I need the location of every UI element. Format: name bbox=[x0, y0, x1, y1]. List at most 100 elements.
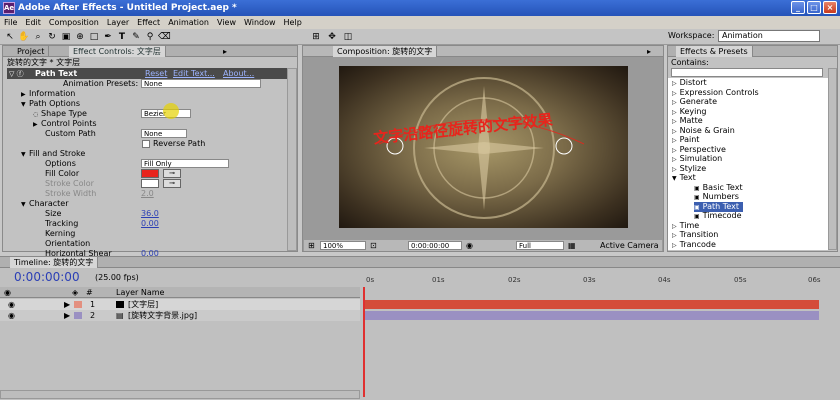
custom-path-select[interactable]: None bbox=[141, 129, 187, 138]
eraser-tool-icon[interactable]: ⌫ bbox=[158, 31, 171, 43]
menu-layer[interactable]: Layer bbox=[107, 18, 129, 27]
menu-effect[interactable]: Effect bbox=[137, 18, 160, 27]
triangle-right-icon[interactable]: ▶ bbox=[33, 120, 41, 130]
eye-icon[interactable]: ◉ bbox=[4, 288, 11, 297]
prop-orientation[interactable]: Orientation bbox=[45, 239, 90, 249]
current-time-field[interactable]: 0:00:00:00 bbox=[408, 241, 462, 250]
triangle-right-icon[interactable]: ▷ bbox=[672, 137, 677, 144]
menu-composition[interactable]: Composition bbox=[49, 18, 99, 27]
about-link[interactable]: About... bbox=[223, 69, 254, 78]
effect-list-item[interactable]: ▼ Text bbox=[672, 173, 696, 183]
triangle-right-icon[interactable]: ▷ bbox=[672, 90, 677, 97]
effect-list-item[interactable]: ▣ Numbers bbox=[694, 192, 739, 202]
safe-margins-icon[interactable]: ⊡ bbox=[370, 240, 377, 251]
effect-list-item[interactable]: ▷ Distort bbox=[672, 78, 707, 88]
timeline-layer-row[interactable]: ◉ ▶ 2 ▤ [旋转文字背景.jpg] bbox=[0, 310, 360, 321]
edit-text-link[interactable]: Edit Text... bbox=[173, 69, 215, 78]
effect-list-item[interactable]: ▣ Timecode bbox=[694, 211, 742, 221]
prop-control-points[interactable]: ▶ Control Points bbox=[33, 119, 97, 129]
effect-list-item[interactable]: ▣ Basic Text bbox=[694, 183, 743, 193]
triangle-right-icon[interactable]: ▷ bbox=[672, 109, 677, 116]
eye-icon[interactable]: ◉ bbox=[8, 310, 15, 321]
label-icon[interactable]: ◈ bbox=[72, 288, 78, 297]
timeline-current-time[interactable]: 0:00:00:00 bbox=[14, 270, 80, 284]
panel-menu-icon[interactable]: ▸ bbox=[643, 46, 655, 57]
maximize-button[interactable]: □ bbox=[807, 1, 821, 14]
triangle-down-icon[interactable]: ▼ bbox=[21, 100, 29, 110]
region-of-interest-icon[interactable]: ▦ bbox=[568, 240, 576, 251]
triangle-right-icon[interactable]: ▷ bbox=[672, 166, 677, 173]
triangle-right-icon[interactable]: ▷ bbox=[672, 128, 677, 135]
close-button[interactable]: × bbox=[823, 1, 837, 14]
effect-icon[interactable]: ▣ bbox=[694, 204, 700, 211]
layer-name[interactable]: [旋转文字背景.jpg] bbox=[128, 310, 197, 321]
view-axis-icon[interactable]: ◫ bbox=[342, 31, 354, 43]
world-axis-icon[interactable]: ✥ bbox=[326, 31, 338, 43]
label-color-swatch[interactable] bbox=[74, 312, 82, 319]
menu-view[interactable]: View bbox=[217, 18, 236, 27]
tab-effect-controls[interactable]: Effect Controls: 文字层 bbox=[69, 46, 166, 57]
effect-icon[interactable]: ▣ bbox=[694, 194, 700, 201]
prop-information[interactable]: ▶ Information bbox=[21, 89, 75, 99]
effect-list-item[interactable]: ▣ Path Text bbox=[694, 201, 743, 212]
menu-edit[interactable]: Edit bbox=[25, 18, 41, 27]
timeline-layer-row[interactable]: ◉ ▶ 1 [文字层] bbox=[0, 299, 360, 310]
triangle-right-icon[interactable]: ▷ bbox=[672, 118, 677, 125]
triangle-right-icon[interactable]: ▷ bbox=[672, 147, 677, 154]
eyedropper-icon[interactable]: ⊸ bbox=[163, 179, 181, 188]
animation-presets-select[interactable]: None bbox=[141, 79, 261, 88]
effect-list-item[interactable]: ▷ Time bbox=[672, 221, 699, 231]
size-value[interactable]: 36.0 bbox=[141, 209, 159, 219]
layer-name-header[interactable]: Layer Name bbox=[116, 288, 164, 297]
contains-search-input[interactable] bbox=[671, 68, 823, 77]
tab-project[interactable]: Project bbox=[13, 46, 50, 57]
snapshot-icon[interactable]: ◉ bbox=[466, 240, 473, 251]
menu-help[interactable]: Help bbox=[284, 18, 302, 27]
layer-duration-bar[interactable] bbox=[363, 311, 819, 320]
effect-list-item[interactable]: ▷ Matte bbox=[672, 116, 703, 126]
panel-menu-icon[interactable]: ▸ bbox=[219, 46, 231, 57]
menu-window[interactable]: Window bbox=[244, 18, 276, 27]
options-select[interactable]: Fill Only bbox=[141, 159, 229, 168]
effect-list-item[interactable]: ▷ Perspective bbox=[672, 145, 726, 155]
active-camera-select[interactable]: Active Camera bbox=[600, 240, 659, 251]
prop-kerning[interactable]: Kerning bbox=[45, 229, 75, 239]
minimize-button[interactable]: _ bbox=[791, 1, 805, 14]
effect-list-item[interactable]: ▷ Keying bbox=[672, 107, 707, 117]
hand-tool-icon[interactable]: ✋ bbox=[18, 31, 30, 43]
prop-path-options[interactable]: ▼ Path Options bbox=[21, 99, 80, 109]
triangle-right-icon[interactable]: ▶ bbox=[64, 299, 70, 310]
type-tool-icon[interactable]: T bbox=[116, 31, 128, 43]
effect-list-item[interactable]: ▷ Transition bbox=[672, 230, 718, 240]
tracking-value[interactable]: 0.00 bbox=[141, 219, 159, 229]
pen-tool-icon[interactable]: ✒ bbox=[102, 31, 114, 43]
fx-icon[interactable]: ▽ ⓕ bbox=[9, 69, 24, 79]
triangle-right-icon[interactable]: ▶ bbox=[64, 310, 70, 321]
resolution-select[interactable]: Full bbox=[516, 241, 564, 250]
timeline-horizontal-scrollbar[interactable] bbox=[0, 390, 360, 399]
triangle-right-icon[interactable]: ▷ bbox=[672, 232, 677, 239]
menu-animation[interactable]: Animation bbox=[168, 18, 209, 27]
menu-file[interactable]: File bbox=[4, 18, 17, 27]
reset-link[interactable]: Reset bbox=[145, 69, 167, 78]
zoom-select[interactable]: 100% bbox=[320, 241, 366, 250]
prop-character[interactable]: ▼ Character bbox=[21, 199, 69, 209]
effect-list-item[interactable]: ▷ Simulation bbox=[672, 154, 722, 164]
prop-fill-and-stroke[interactable]: ▼ Fill and Stroke bbox=[21, 149, 85, 159]
effect-list-item[interactable]: ▷ Generate bbox=[672, 97, 717, 107]
current-time-indicator[interactable] bbox=[363, 287, 365, 397]
brush-tool-icon[interactable]: ✎ bbox=[130, 31, 142, 43]
path-text-row[interactable]: ▽ ⓕ Path Text Reset Edit Text... About..… bbox=[7, 68, 287, 79]
triangle-right-icon[interactable]: ▷ bbox=[672, 242, 677, 249]
effect-icon[interactable]: ▣ bbox=[694, 213, 700, 220]
pan-behind-tool-icon[interactable]: ⊕ bbox=[74, 31, 86, 43]
tab-effects-presets[interactable]: Effects & Presets bbox=[676, 46, 753, 57]
workspace-select[interactable]: Animation bbox=[718, 30, 820, 42]
triangle-right-icon[interactable]: ▷ bbox=[672, 156, 677, 163]
tab-composition[interactable]: Composition: 旋转的文字 bbox=[333, 46, 438, 57]
composition-viewer[interactable]: 文字沿路径旋转的文字效果 bbox=[339, 66, 628, 228]
layer-name[interactable]: [文字层] bbox=[128, 299, 158, 310]
reverse-path-checkbox[interactable] bbox=[142, 140, 150, 148]
camera-tool-icon[interactable]: ▣ bbox=[60, 31, 72, 43]
fill-color-swatch[interactable] bbox=[141, 169, 159, 178]
